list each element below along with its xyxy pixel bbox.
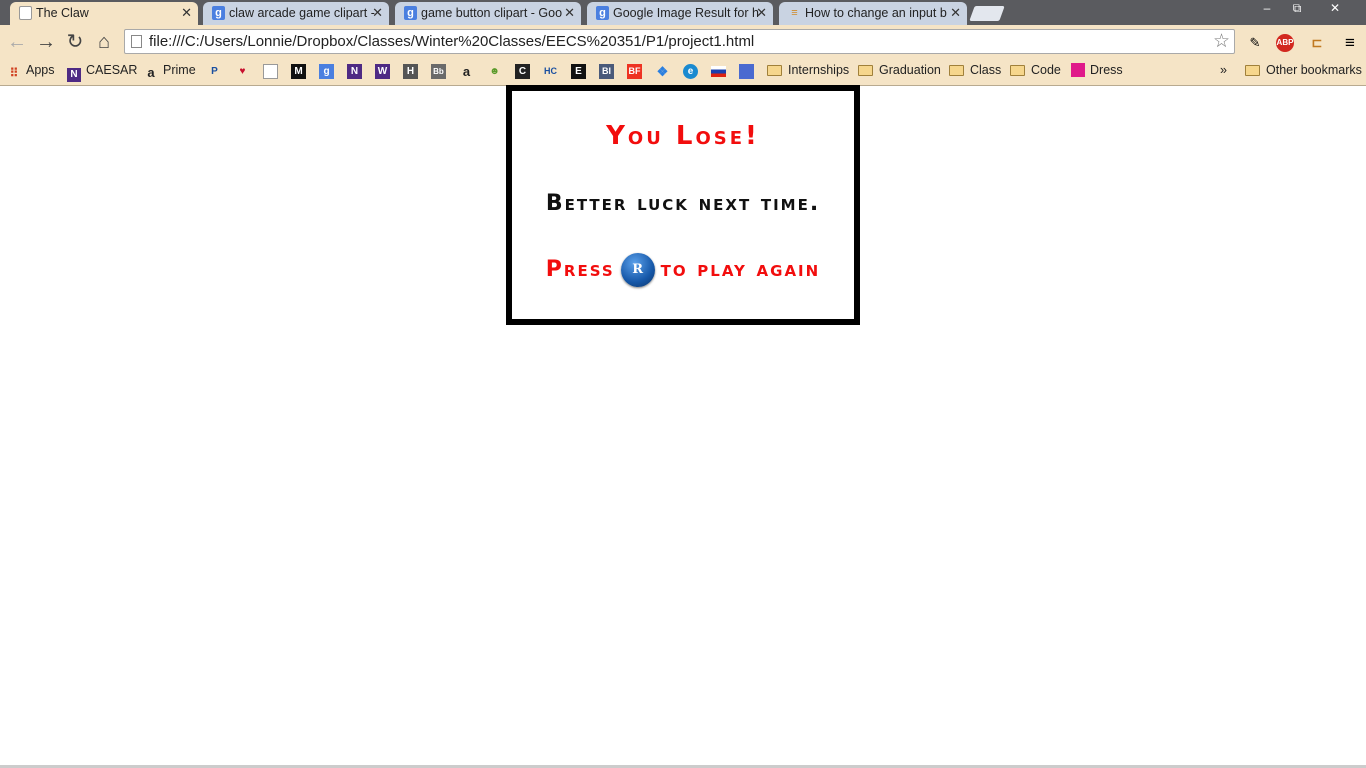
bookmarks-overflow-button[interactable]: » xyxy=(1220,60,1227,85)
cs-icon[interactable]: H xyxy=(403,64,418,79)
eyedropper-extension-icon[interactable]: ✎ xyxy=(1244,32,1266,54)
tab-claw-clipart[interactable]: g claw arcade game clipart - ✕ xyxy=(203,2,389,25)
bookmark-folder-internships[interactable]: Internships xyxy=(767,60,849,85)
northwestern-icon[interactable]: N xyxy=(347,64,362,79)
hc-icon[interactable]: HC xyxy=(543,64,558,79)
game-over-title: You Lose! xyxy=(606,121,760,151)
app-icon[interactable] xyxy=(739,64,754,79)
tab-google-image-result[interactable]: g Google Image Result for h ✕ xyxy=(587,2,773,25)
tab-title: The Claw xyxy=(36,6,89,20)
bookmarks-bar: ⠿ Apps N CAESAR a Prime P ♥ M g N W H Bb a … xyxy=(0,60,1366,86)
close-icon[interactable]: ✕ xyxy=(181,2,192,24)
game-over-dialog: You Lose! Better luck next time. Press Rt… xyxy=(506,85,860,325)
adblock-plus-icon[interactable]: ABP xyxy=(1276,34,1294,52)
tab-change-input[interactable]: ≡ How to change an input b ✕ xyxy=(779,2,967,25)
back-arrow-icon[interactable]: ← xyxy=(6,31,28,53)
menu-icon[interactable]: ≡ xyxy=(1339,32,1361,54)
play-again-label: to play again xyxy=(660,257,821,282)
document-icon xyxy=(19,6,32,20)
bookmark-label: Internships xyxy=(788,63,850,77)
bookmark-label: Other bookmarks xyxy=(1266,63,1362,77)
close-icon[interactable]: ✕ xyxy=(564,2,575,24)
tab-title: claw arcade game clipart - xyxy=(229,6,375,20)
toolbar: ← → ↻ ⌂ file:///C:/Users/Lonnie/Dropbox/… xyxy=(0,25,1366,60)
iheart-icon[interactable]: ♥ xyxy=(235,64,250,79)
google-icon: g xyxy=(596,6,609,20)
bookmark-folder-class[interactable]: Class xyxy=(949,60,1001,85)
medium-icon[interactable]: M xyxy=(291,64,306,79)
play-again-prompt: Press Rto play again xyxy=(512,253,854,287)
browser-chrome: The Claw ✕ g claw arcade game clipart - … xyxy=(0,0,1366,86)
google-icon[interactable]: g xyxy=(319,64,334,79)
android-icon[interactable]: ☻ xyxy=(487,64,502,79)
folder-icon xyxy=(1245,65,1260,76)
tab-game-button-clipart[interactable]: g game button clipart - Goo ✕ xyxy=(395,2,581,25)
bookmark-label: Graduation xyxy=(879,63,941,77)
tab-title: How to change an input b xyxy=(805,6,947,20)
close-icon[interactable]: ✕ xyxy=(372,2,383,24)
bookmark-label: Prime xyxy=(163,63,196,77)
new-tab-button[interactable] xyxy=(969,6,1005,21)
tab-the-claw[interactable]: The Claw ✕ xyxy=(10,2,198,25)
url-text: file:///C:/Users/Lonnie/Dropbox/Classes/… xyxy=(149,33,755,50)
close-icon[interactable]: ✕ xyxy=(756,2,767,24)
e-icon[interactable]: E xyxy=(571,64,586,79)
flag-icon[interactable] xyxy=(711,66,726,77)
amazon-icon: a xyxy=(147,65,155,80)
google-icon: g xyxy=(404,6,417,20)
restart-key-button[interactable]: R xyxy=(620,253,655,287)
dress-icon xyxy=(1071,63,1085,77)
northwestern-icon: N xyxy=(67,68,81,82)
blackboard-icon[interactable]: Bb xyxy=(431,64,446,79)
bookmark-label: Class xyxy=(970,63,1002,77)
bookmark-folder-graduation[interactable]: Graduation xyxy=(858,60,941,85)
document-icon[interactable] xyxy=(263,64,278,79)
tab-title: game button clipart - Goo xyxy=(421,6,563,20)
address-bar[interactable]: file:///C:/Users/Lonnie/Dropbox/Classes/… xyxy=(124,29,1235,54)
buzzfeed-icon[interactable]: BF xyxy=(627,64,642,79)
dropbox-icon[interactable]: ❖ xyxy=(655,64,670,79)
apps-grid-icon: ⠿ xyxy=(9,66,19,80)
star-icon[interactable]: ☆ xyxy=(1213,31,1230,52)
stackoverflow-icon: ≡ xyxy=(791,7,798,19)
bookmark-apps[interactable]: ⠿ Apps xyxy=(7,60,55,85)
press-label: Press xyxy=(545,257,615,282)
w-icon[interactable]: W xyxy=(375,64,390,79)
folder-icon xyxy=(858,65,873,76)
page-icon xyxy=(131,35,142,48)
game-over-subtitle: Better luck next time. xyxy=(545,191,821,216)
folder-icon xyxy=(1010,65,1025,76)
extension-icon[interactable]: ⊏ xyxy=(1306,32,1328,54)
paypal-icon[interactable]: P xyxy=(207,64,222,79)
bookmark-other-bookmarks[interactable]: Other bookmarks xyxy=(1245,60,1362,85)
restore-button[interactable]: ⧉ xyxy=(1282,0,1312,16)
forward-arrow-icon[interactable]: → xyxy=(35,31,57,53)
close-icon[interactable]: ✕ xyxy=(950,2,961,24)
c-icon[interactable]: C xyxy=(515,64,530,79)
tab-title: Google Image Result for h xyxy=(613,6,759,20)
bookmark-label: Code xyxy=(1031,63,1061,77)
bookmark-caesar[interactable]: N CAESAR xyxy=(67,60,137,85)
home-icon[interactable]: ⌂ xyxy=(93,31,115,53)
window-close-button[interactable]: ✕ xyxy=(1312,0,1358,16)
window-controls: – ⧉ ✕ xyxy=(1252,0,1358,18)
bookmark-label: Apps xyxy=(26,63,55,77)
bookmark-label: CAESAR xyxy=(86,63,138,77)
reload-icon[interactable]: ↻ xyxy=(64,31,86,53)
minimize-button[interactable]: – xyxy=(1252,0,1282,16)
bi-icon[interactable]: BI xyxy=(599,64,614,79)
bookmark-label: Dress xyxy=(1090,63,1123,77)
tab-strip: The Claw ✕ g claw arcade game clipart - … xyxy=(0,0,1366,25)
bookmark-prime[interactable]: a Prime xyxy=(144,60,196,85)
amazon-icon[interactable]: a xyxy=(459,64,474,79)
bookmark-folder-code[interactable]: Code xyxy=(1010,60,1061,85)
browser-icon[interactable]: e xyxy=(683,64,698,79)
google-icon: g xyxy=(212,6,225,20)
folder-icon xyxy=(949,65,964,76)
bookmark-dress[interactable]: Dress xyxy=(1071,60,1123,85)
folder-icon xyxy=(767,65,782,76)
